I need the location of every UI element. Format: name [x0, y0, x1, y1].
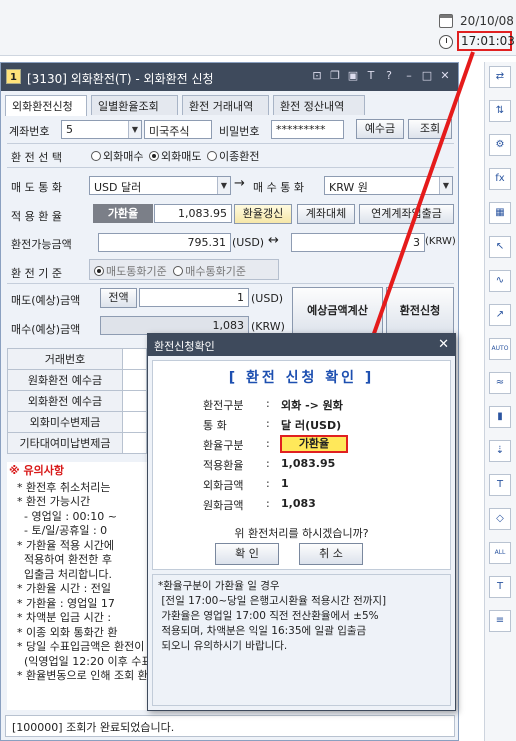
- detail-key: 원화금액: [203, 499, 244, 512]
- detail-colon: :: [266, 477, 270, 490]
- detail-value: 달 러(USD): [281, 419, 342, 432]
- detail-value: 외화 -> 원화: [281, 399, 343, 412]
- footnote-line: *환율구분이 가환율 일 경우: [158, 580, 280, 592]
- close-icon[interactable]: ✕: [438, 337, 449, 352]
- dialog-title-bar[interactable]: 환전신청확인 ✕: [148, 334, 455, 356]
- detail-colon: :: [266, 437, 270, 450]
- detail-key: 외화금액: [203, 479, 244, 492]
- footnote-line: 되오니 유의하시기 바랍니다.: [158, 640, 288, 652]
- footnote-line: 가환율은 영업일 17:00 직전 전산환율에서 ±5%: [158, 610, 379, 622]
- detail-key: 통 화: [203, 419, 227, 432]
- dialog-question: 위 환전처리를 하시겠습니까?: [234, 527, 369, 540]
- footnote-line: [전일 17:00~당일 은행고시환율 적용시간 전까지]: [158, 595, 387, 607]
- detail-key: 적용환율: [203, 459, 244, 472]
- detail-key: 환전구분: [203, 399, 244, 412]
- detail-colon: :: [266, 457, 270, 470]
- footnote-line: 적용되며, 차액분은 익일 16:35에 일괄 입출금: [158, 625, 367, 637]
- dialog-body: [ 환전 신청 확인 ] 환전구분 : 외화 -> 원화 통 화 : 달 러(U…: [152, 360, 451, 570]
- detail-colon: :: [266, 417, 270, 430]
- detail-key: 환율구분: [203, 439, 244, 452]
- dialog-footnote: *환율구분이 가환율 일 경우 [전일 17:00~당일 은행고시환율 적용시간…: [152, 574, 451, 706]
- detail-colon: :: [266, 497, 270, 510]
- detail-colon: :: [266, 397, 270, 410]
- dialog-heading: [ 환전 신청 확인 ]: [228, 370, 375, 386]
- detail-value: 1: [281, 477, 289, 490]
- confirm-dialog: 환전신청확인 ✕ [ 환전 신청 확인 ] 환전구분 : 외화 -> 원화 통 …: [147, 333, 456, 711]
- dialog-title: 환전신청확인: [154, 340, 215, 353]
- rate-type-highlight: 가환율: [280, 435, 348, 453]
- detail-value: 1,083.95: [281, 457, 336, 470]
- detail-value: 1,083: [281, 497, 316, 510]
- confirm-button[interactable]: 확 인: [215, 543, 279, 565]
- cancel-button[interactable]: 취 소: [299, 543, 363, 565]
